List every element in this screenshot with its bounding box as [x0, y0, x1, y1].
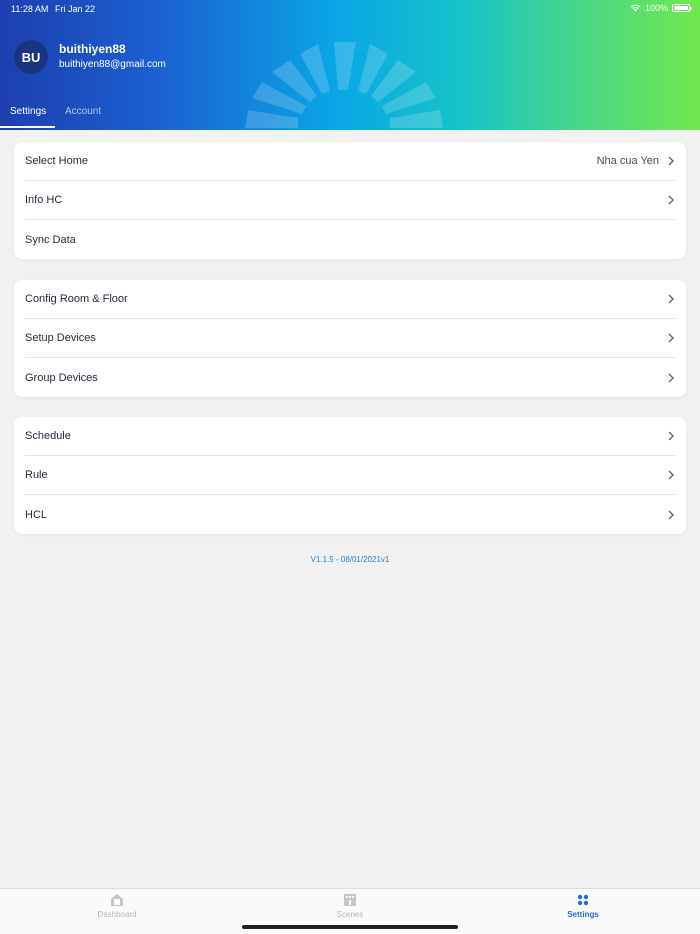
- tab-account[interactable]: Account: [55, 100, 111, 128]
- profile-username: buithiyen88: [59, 42, 126, 56]
- battery-icon: [672, 4, 692, 12]
- status-time: 11:28 AM: [11, 4, 49, 14]
- select-home-label: Select Home: [25, 155, 88, 167]
- config-room-floor-row[interactable]: Config Room & Floor: [25, 280, 675, 319]
- select-home-row[interactable]: Select Home Nha cua Yen: [25, 142, 675, 181]
- config-room-floor-label: Config Room & Floor: [25, 293, 128, 305]
- tab-settings[interactable]: Settings: [0, 100, 55, 128]
- schedule-label: Schedule: [25, 430, 71, 442]
- avatar-initials: BU: [21, 49, 41, 65]
- sync-data-row[interactable]: Sync Data: [25, 220, 675, 259]
- profile-header: 11:28 AM Fri Jan 22 100% BU buithiyen88 …: [0, 0, 700, 130]
- nav-settings-label: Settings: [567, 910, 599, 919]
- rule-label: Rule: [25, 469, 48, 481]
- sync-data-label: Sync Data: [25, 233, 76, 246]
- status-indicators: 100%: [630, 3, 692, 13]
- chevron-right-icon: [668, 195, 674, 205]
- rule-row[interactable]: Rule: [25, 456, 675, 495]
- chevron-right-icon: [668, 294, 674, 304]
- settings-grid-icon: [577, 894, 589, 906]
- group-devices-row[interactable]: Group Devices: [25, 358, 675, 397]
- selected-home-value: Nha cua Yen: [596, 155, 659, 167]
- schedule-row[interactable]: Schedule: [25, 417, 675, 456]
- avatar[interactable]: BU: [14, 40, 48, 74]
- chevron-right-icon: [668, 510, 674, 519]
- settings-group-automation: Schedule Rule HCL: [14, 417, 686, 534]
- chevron-right-icon: [668, 431, 674, 441]
- info-hc-label: Info HC: [25, 194, 63, 206]
- home-indicator: [242, 925, 458, 929]
- setup-devices-label: Setup Devices: [25, 332, 96, 344]
- status-date: Fri Jan 22: [55, 4, 96, 14]
- nav-settings[interactable]: Settings: [523, 893, 643, 919]
- profile-email: buithiyen88@gmail.com: [59, 59, 166, 70]
- chevron-right-icon: [668, 373, 674, 382]
- nav-dashboard-label: Dashboard: [97, 910, 137, 919]
- group-devices-label: Group Devices: [25, 371, 98, 384]
- nav-dashboard[interactable]: Dashboard: [57, 893, 177, 919]
- hcl-label: HCL: [25, 508, 48, 521]
- hcl-row[interactable]: HCL: [25, 495, 675, 534]
- nav-scenes[interactable]: Scenes: [290, 893, 410, 919]
- chevron-right-icon: [668, 333, 674, 343]
- info-hc-row[interactable]: Info HC: [25, 181, 675, 220]
- scenes-icon: [344, 894, 356, 906]
- status-bar: 11:28 AM Fri Jan 22 100%: [0, 0, 700, 18]
- nav-scenes-label: Scenes: [336, 910, 364, 919]
- setup-devices-row[interactable]: Setup Devices: [25, 319, 675, 358]
- wifi-icon: [630, 4, 641, 12]
- settings-group-home: Select Home Nha cua Yen Info HC Sync Dat…: [14, 142, 686, 259]
- header-tabs: Settings Account: [0, 100, 111, 130]
- chevron-right-icon: [668, 156, 674, 166]
- chevron-right-icon: [668, 470, 674, 480]
- battery-percent: 100%: [644, 3, 668, 13]
- settings-group-devices: Config Room & Floor Setup Devices Group …: [14, 280, 686, 397]
- sunburst-decoration: [245, 42, 443, 128]
- home-icon: [111, 894, 123, 906]
- app-version: V1.1.5 - 08/01/2021v1: [310, 555, 390, 564]
